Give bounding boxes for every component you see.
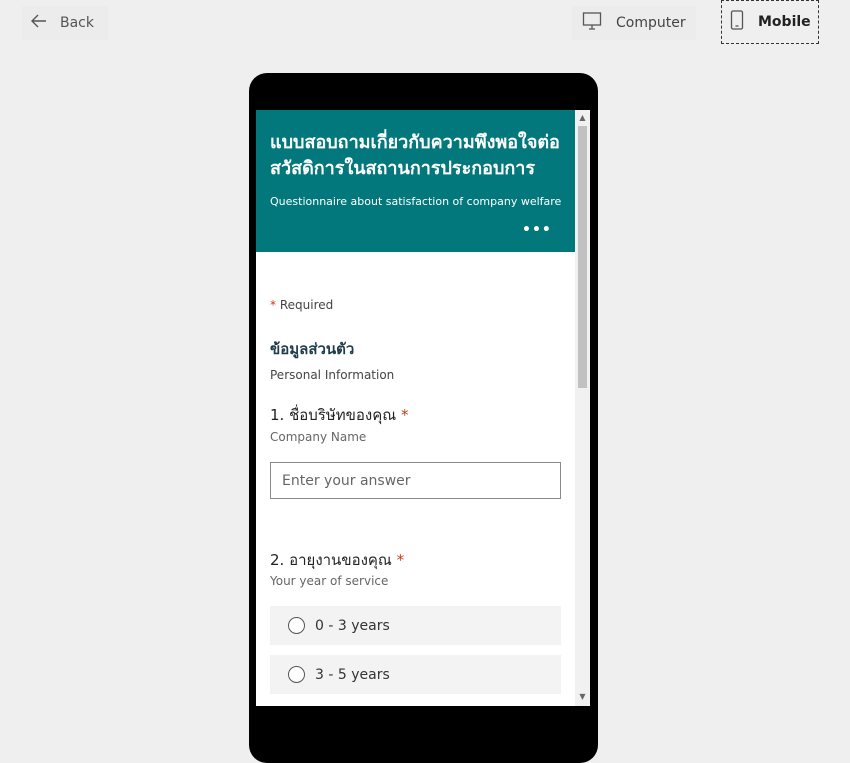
monitor-icon — [582, 11, 602, 35]
question-1-text: ชื่อบริษัทของคุณ — [289, 406, 397, 424]
option-label: 3 - 5 years — [315, 666, 390, 683]
required-label: Required — [279, 298, 334, 312]
question-1-number: 1. — [270, 406, 285, 424]
question-2-required-star: * — [396, 551, 405, 569]
required-star: * — [270, 298, 276, 312]
option-3-5-years[interactable]: 3 - 5 years — [270, 655, 561, 694]
required-note: * Required — [270, 298, 333, 312]
radio-button[interactable] — [288, 617, 305, 634]
form-title: แบบสอบถามเกี่ยวกับความพึงพอใจต่อสวัสดิกา… — [270, 132, 560, 179]
scroll-down-icon[interactable]: ▼ — [578, 692, 587, 701]
question-1-title: 1. ชื่อบริษัทของคุณ * — [270, 403, 408, 427]
computer-view-button[interactable]: Computer — [572, 6, 696, 40]
option-label: 0 - 3 years — [315, 617, 390, 634]
back-label: Back — [60, 15, 94, 31]
question-1-subtitle: Company Name — [270, 430, 367, 444]
scroll-up-icon[interactable]: ▲ — [578, 113, 587, 122]
top-bar: Back Computer Mobile — [0, 0, 850, 46]
question-1-required-star: * — [400, 406, 409, 424]
form-header: แบบสอบถามเกี่ยวกับความพึงพอใจต่อสวัสดิกา… — [256, 110, 575, 252]
arrow-left-icon — [30, 12, 48, 34]
mobile-view-button[interactable]: Mobile — [721, 0, 819, 44]
question-2-number: 2. — [270, 551, 285, 569]
section-title: ข้อมูลส่วนตัว — [270, 340, 355, 358]
scrollbar-thumb[interactable] — [578, 126, 587, 388]
back-button[interactable]: Back — [22, 6, 108, 40]
question-2-text: อายุงานของคุณ — [289, 551, 392, 569]
more-options-icon[interactable]: ••• — [522, 222, 552, 238]
radio-button[interactable] — [288, 666, 305, 683]
company-name-input[interactable] — [270, 462, 561, 499]
mobile-label: Mobile — [758, 14, 811, 30]
form-subtitle: Questionnaire about satisfaction of comp… — [270, 195, 562, 208]
section-subtitle: Personal Information — [270, 368, 395, 382]
question-2-title: 2. อายุงานของคุณ * — [270, 548, 404, 572]
question-2-subtitle: Your year of service — [270, 574, 389, 588]
option-0-3-years[interactable]: 0 - 3 years — [270, 606, 561, 645]
computer-label: Computer — [616, 15, 686, 31]
phone-icon — [730, 10, 744, 34]
